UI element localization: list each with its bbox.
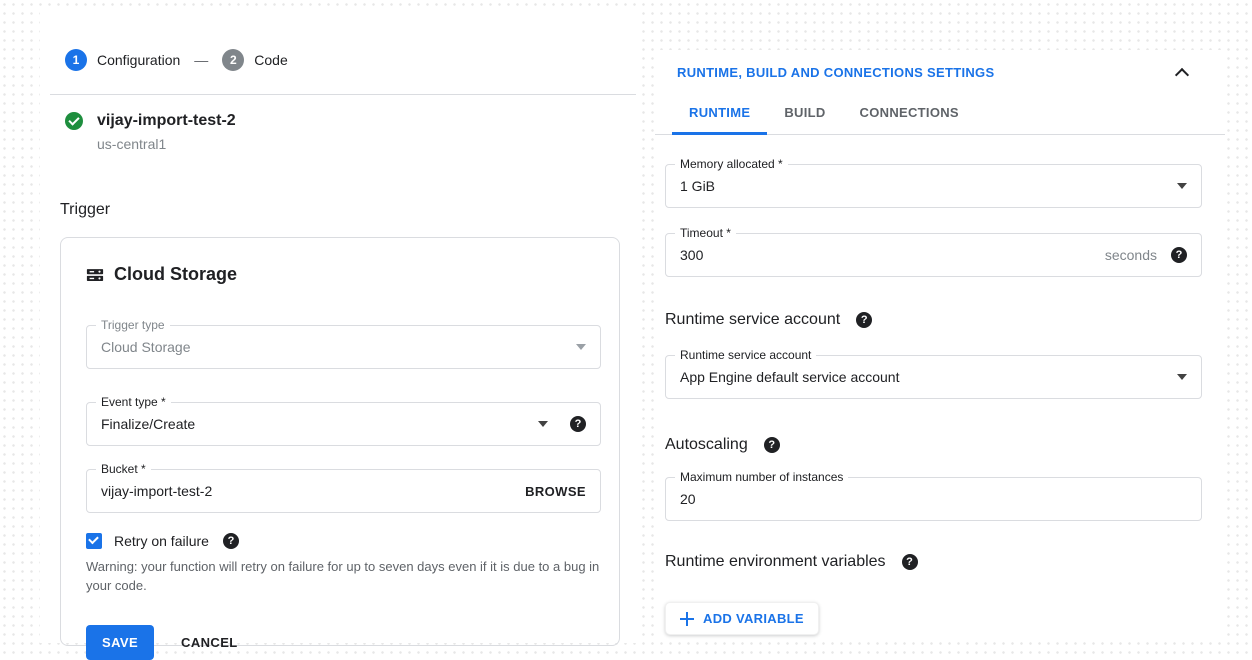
trigger-card-title: Cloud Storage	[114, 264, 237, 285]
dropdown-arrow-icon	[576, 344, 586, 350]
runtime-settings-panel: RUNTIME, BUILD AND CONNECTIONS SETTINGS …	[655, 50, 1225, 640]
runtime-service-account-title: Runtime service account	[665, 311, 840, 329]
timeout-input[interactable]	[680, 247, 1105, 263]
runtime-service-account-label: Runtime service account	[675, 348, 816, 362]
event-type-label: Event type *	[96, 395, 171, 409]
step-2-circle[interactable]: 2	[222, 49, 244, 71]
autoscaling-title: Autoscaling	[665, 436, 748, 454]
cloud-storage-icon	[86, 266, 104, 284]
event-type-select[interactable]: Event type * Finalize/Create	[86, 402, 601, 446]
browse-button[interactable]: BROWSE	[525, 484, 586, 499]
memory-allocated-value: 1 GiB	[680, 178, 1177, 194]
dropdown-arrow-icon	[1177, 374, 1187, 380]
step-2-label[interactable]: Code	[254, 52, 287, 68]
retry-label: Retry on failure	[114, 533, 209, 549]
max-instances-field: Maximum number of instances	[665, 477, 1202, 521]
bucket-input[interactable]	[101, 483, 525, 499]
success-check-icon	[65, 112, 83, 130]
trigger-card: Cloud Storage Trigger type Cloud Storage…	[60, 237, 620, 646]
trigger-type-label: Trigger type	[96, 318, 170, 332]
event-type-help-icon[interactable]	[570, 416, 586, 432]
retry-warning-text: Warning: your function will retry on fai…	[86, 557, 601, 595]
step-1-label[interactable]: Configuration	[97, 52, 180, 68]
tab-connections[interactable]: CONNECTIONS	[843, 97, 976, 135]
settings-section-title[interactable]: RUNTIME, BUILD AND CONNECTIONS SETTINGS	[677, 65, 994, 80]
step-1-circle[interactable]: 1	[65, 49, 87, 71]
plus-icon	[680, 612, 694, 626]
timeout-help-icon[interactable]	[1171, 247, 1187, 263]
cancel-button[interactable]: CANCEL	[181, 635, 238, 650]
settings-tabs: RUNTIME BUILD CONNECTIONS	[672, 97, 1225, 135]
runtime-service-account-select[interactable]: Runtime service account App Engine defau…	[665, 355, 1202, 399]
event-type-value: Finalize/Create	[101, 416, 538, 432]
autoscaling-help-icon[interactable]	[764, 437, 780, 453]
stepper: 1 Configuration — 2 Code	[65, 49, 636, 71]
retry-checkbox[interactable]	[86, 533, 102, 549]
trigger-section-title: Trigger	[60, 201, 636, 219]
trigger-type-select[interactable]: Trigger type Cloud Storage	[86, 325, 601, 369]
save-button[interactable]: SAVE	[86, 625, 154, 660]
timeout-unit: seconds	[1105, 247, 1157, 263]
add-variable-button[interactable]: ADD VARIABLE	[665, 602, 819, 635]
divider	[50, 94, 636, 95]
bucket-label: Bucket *	[96, 462, 151, 476]
max-instances-input[interactable]	[680, 491, 1187, 507]
memory-allocated-label: Memory allocated *	[675, 157, 788, 171]
tab-build[interactable]: BUILD	[767, 97, 842, 135]
configuration-panel: 1 Configuration — 2 Code vijay-import-te…	[40, 12, 636, 643]
function-region: us-central1	[97, 136, 636, 152]
function-name: vijay-import-test-2	[97, 112, 236, 130]
env-variables-help-icon[interactable]	[902, 554, 918, 570]
dropdown-arrow-icon	[538, 421, 548, 427]
max-instances-label: Maximum number of instances	[675, 470, 848, 484]
bucket-field: Bucket * BROWSE	[86, 469, 601, 513]
tab-runtime[interactable]: RUNTIME	[672, 97, 767, 135]
dropdown-arrow-icon	[1177, 183, 1187, 189]
collapse-chevron-icon[interactable]	[1175, 67, 1189, 81]
runtime-service-account-help-icon[interactable]	[856, 312, 872, 328]
timeout-label: Timeout *	[675, 226, 736, 240]
runtime-service-account-value: App Engine default service account	[680, 369, 1177, 385]
add-variable-label: ADD VARIABLE	[703, 611, 804, 626]
retry-help-icon[interactable]	[223, 533, 239, 549]
timeout-field: Timeout * seconds	[665, 233, 1202, 277]
env-variables-title: Runtime environment variables	[665, 553, 886, 571]
memory-allocated-select[interactable]: Memory allocated * 1 GiB	[665, 164, 1202, 208]
step-separator: —	[194, 52, 208, 68]
trigger-type-value: Cloud Storage	[101, 339, 576, 355]
